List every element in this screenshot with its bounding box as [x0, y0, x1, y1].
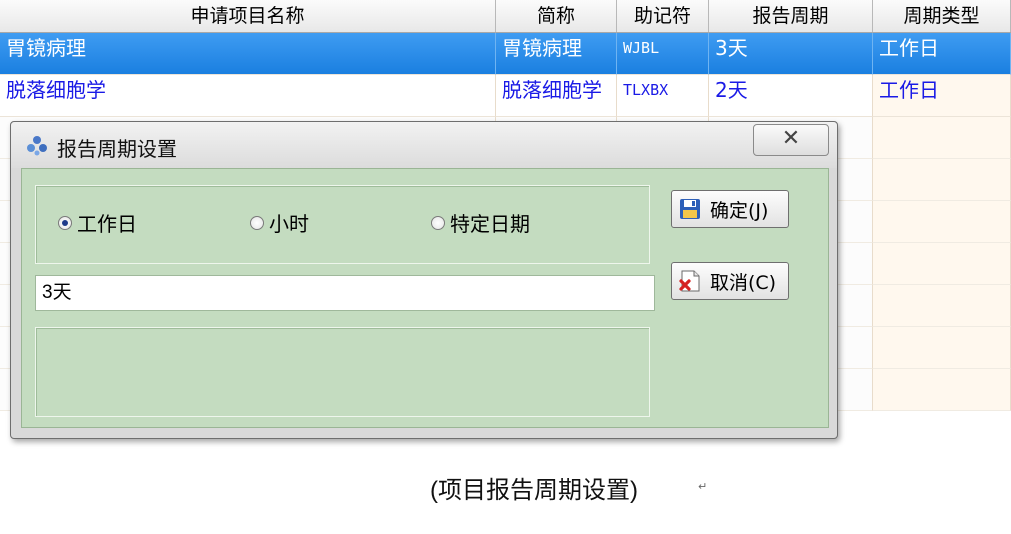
empty-cell: [873, 159, 1011, 201]
table-row[interactable]: 胃镜病理 胃镜病理 WJBL 3天 工作日: [0, 33, 1011, 75]
dialog-body: 工作日 小时 特定日期 3天 确定(J) 取消(C): [21, 168, 829, 428]
cell-project-name: 胃镜病理: [0, 33, 496, 75]
header-mnemonic[interactable]: 助记符: [617, 0, 709, 32]
radio-workday[interactable]: 工作日: [58, 208, 137, 237]
detail-group: [35, 327, 650, 417]
cell-period-type: 工作日: [873, 33, 1011, 75]
header-period-type[interactable]: 周期类型: [873, 0, 1011, 32]
table-row[interactable]: 脱落细胞学 脱落细胞学 TLXBX 2天 工作日: [0, 75, 1011, 117]
cell-short-name: 脱落细胞学: [496, 75, 617, 117]
empty-cell: [873, 327, 1011, 369]
empty-cell: [873, 201, 1011, 243]
dialog-titlebar[interactable]: 报告周期设置 ✕: [11, 122, 837, 168]
cell-mnemonic: TLXBX: [617, 75, 709, 117]
radio-label: 特定日期: [450, 212, 530, 236]
header-short-name[interactable]: 简称: [496, 0, 617, 32]
cell-project-name: 脱落细胞学: [0, 75, 496, 117]
ok-button[interactable]: 确定(J): [671, 190, 789, 228]
empty-cell: [873, 243, 1011, 285]
grid-header: 申请项目名称 简称 助记符 报告周期 周期类型: [0, 0, 1011, 33]
period-type-group: 工作日 小时 特定日期: [35, 185, 650, 264]
paragraph-mark-icon: ↵: [698, 480, 708, 493]
radio-checked-icon[interactable]: [58, 215, 72, 230]
cell-short-name: 胃镜病理: [496, 33, 617, 75]
period-value-input[interactable]: 3天: [35, 275, 655, 311]
app-icon: [27, 136, 47, 156]
radio-unchecked-icon[interactable]: [431, 215, 445, 230]
header-project-name[interactable]: 申请项目名称: [0, 0, 496, 32]
cell-report-period: 3天: [709, 33, 873, 75]
figure-caption: (项目报告周期设置): [430, 477, 638, 504]
save-icon: [680, 199, 700, 219]
cancel-button[interactable]: 取消(C): [671, 262, 789, 300]
ok-label: 确定(J): [710, 199, 769, 222]
empty-cell: [873, 369, 1011, 411]
radio-unchecked-icon[interactable]: [250, 215, 264, 230]
empty-cell: [873, 117, 1011, 159]
dialog-title: 报告周期设置: [57, 137, 177, 161]
empty-cell: [873, 285, 1011, 327]
header-report-period[interactable]: 报告周期: [709, 0, 873, 32]
radio-label: 小时: [269, 212, 309, 236]
report-period-dialog: 报告周期设置 ✕ 工作日 小时 特定日期 3天 确定(J) 取消(C): [10, 121, 838, 439]
cell-mnemonic: WJBL: [617, 33, 709, 75]
cell-period-type: 工作日: [873, 75, 1011, 117]
cell-report-period: 2天: [709, 75, 873, 117]
radio-hour[interactable]: 小时: [250, 208, 309, 237]
cancel-label: 取消(C): [710, 271, 777, 294]
radio-label: 工作日: [77, 212, 137, 236]
close-icon: ✕: [781, 126, 801, 151]
cancel-icon: [679, 270, 700, 292]
radio-specific-date[interactable]: 特定日期: [431, 208, 530, 237]
close-button[interactable]: ✕: [753, 124, 829, 156]
